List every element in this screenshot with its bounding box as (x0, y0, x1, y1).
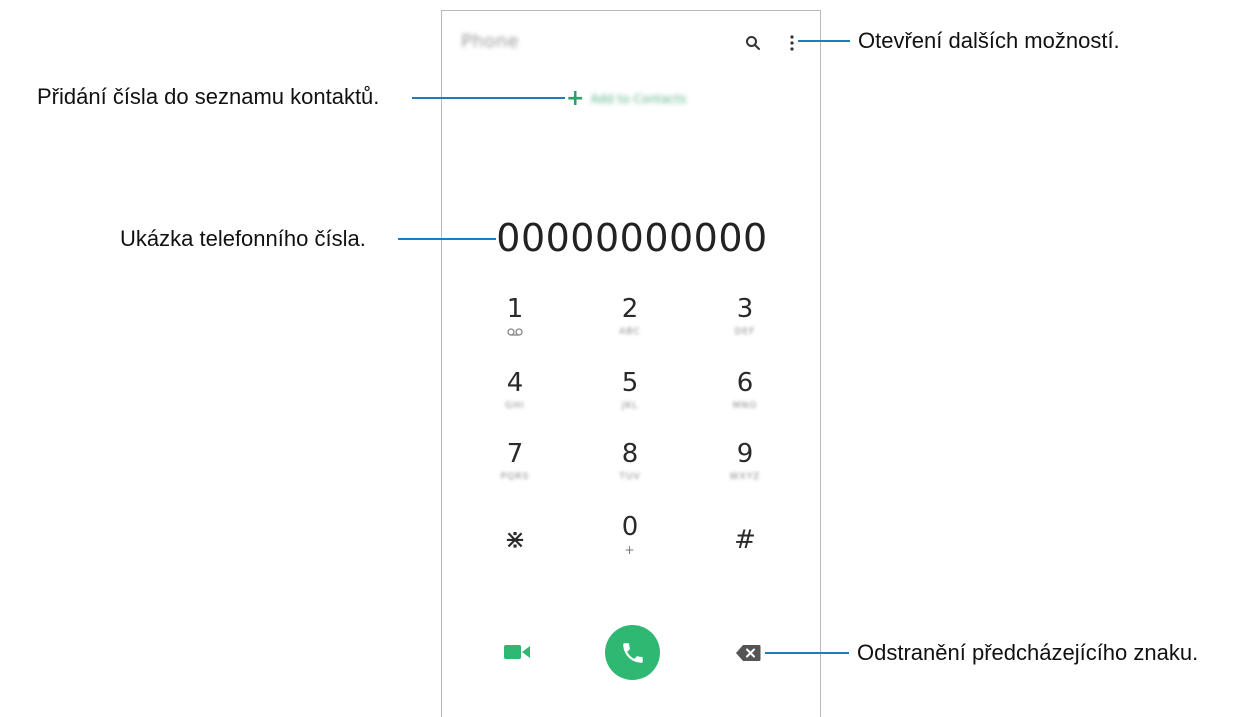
key-6[interactable]: 6 MNO (700, 367, 790, 429)
key-0[interactable]: 0 + (585, 511, 675, 573)
add-to-contacts-button[interactable]: + Add to Contacts (566, 88, 686, 110)
add-to-contacts-label: Add to Contacts (590, 92, 687, 106)
key-digit: 7 (506, 439, 524, 469)
key-digit: 6 (736, 368, 754, 398)
key-digit: 0 (621, 512, 639, 542)
leader-line-add-contact (412, 97, 565, 99)
video-camera-icon[interactable] (503, 642, 531, 662)
callout-more-options: Otevření dalších možností. (858, 28, 1120, 53)
key-5[interactable]: 5 JKL (585, 367, 675, 429)
key-digit: 5 (621, 368, 639, 398)
key-digit: 2 (621, 294, 639, 324)
leader-line-number (398, 238, 496, 240)
key-letters: MNO (732, 401, 758, 411)
key-letters: PQRS (500, 472, 530, 482)
app-title: Phone (461, 31, 520, 52)
key-9[interactable]: 9 WXYZ (700, 438, 790, 500)
key-digit: ⋇ (504, 525, 526, 555)
phone-screen: Phone + Add to Contacts 00000000000 1 2 … (441, 10, 821, 717)
key-3[interactable]: 3 DEF (700, 293, 790, 355)
key-digit: 9 (736, 439, 754, 469)
voicemail-icon (507, 328, 523, 336)
key-digit: 1 (506, 294, 524, 324)
key-digit: 4 (506, 368, 524, 398)
key-4[interactable]: 4 GHI (470, 367, 560, 429)
key-letters: TUV (619, 472, 641, 482)
phone-number-display: 00000000000 (496, 216, 768, 260)
key-2[interactable]: 2 ABC (585, 293, 675, 355)
key-1[interactable]: 1 (470, 293, 560, 355)
callout-delete-previous: Odstranění předcházejícího znaku. (857, 640, 1199, 665)
phone-handset-icon (622, 642, 643, 663)
more-options-icon[interactable] (789, 33, 795, 53)
key-letters: ABC (619, 327, 641, 337)
key-letters: JKL (621, 401, 639, 411)
key-letters: DEF (734, 327, 756, 337)
key-letters: WXYZ (729, 472, 761, 482)
leader-line-more-options (798, 40, 850, 42)
callout-number-preview: Ukázka telefonního čísla. (120, 226, 366, 251)
callout-add-to-contacts: Přidání čísla do seznamu kontaktů. (37, 84, 380, 109)
key-hash[interactable]: # (700, 524, 790, 586)
call-button[interactable] (605, 625, 660, 680)
search-icon[interactable] (744, 34, 762, 52)
key-plus-label: + (624, 543, 636, 557)
key-letters: GHI (505, 401, 525, 411)
key-digit: 3 (736, 294, 754, 324)
plus-icon: + (566, 86, 585, 111)
key-digit: # (734, 525, 756, 555)
leader-line-backspace (765, 652, 849, 654)
backspace-icon[interactable] (735, 644, 761, 662)
key-star[interactable]: ⋇ (470, 524, 560, 586)
key-8[interactable]: 8 TUV (585, 438, 675, 500)
key-7[interactable]: 7 PQRS (470, 438, 560, 500)
key-digit: 8 (621, 439, 639, 469)
